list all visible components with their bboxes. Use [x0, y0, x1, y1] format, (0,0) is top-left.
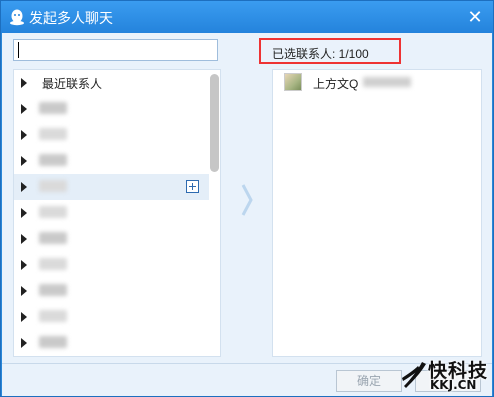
brand-logo-icon [402, 362, 426, 388]
text-cursor [18, 42, 19, 58]
blurred-group-name [39, 206, 67, 218]
watermark-logo: 快科技 KKJ.CN [398, 356, 494, 397]
expand-arrow-icon[interactable] [21, 78, 27, 88]
add-group-icon[interactable] [186, 180, 199, 193]
blurred-group-name [39, 336, 67, 348]
expand-arrow-icon[interactable] [21, 234, 27, 244]
qq-penguin-icon [10, 9, 24, 26]
chevron-right-icon[interactable] [239, 183, 255, 217]
expand-arrow-icon[interactable] [21, 338, 27, 348]
expand-arrow-icon[interactable] [21, 312, 27, 322]
contact-group-list: 最近联系人 [14, 70, 209, 356]
contact-group-label: 最近联系人 [42, 77, 103, 91]
contact-tree-panel[interactable]: 最近联系人 [13, 69, 221, 357]
watermark-domain: KKJ.CN [430, 378, 477, 392]
contact-group-row-hovered[interactable] [14, 174, 209, 200]
expand-arrow-icon[interactable] [21, 130, 27, 140]
blurred-group-name [39, 258, 67, 270]
ok-button[interactable]: 确定 [336, 370, 402, 392]
close-button[interactable]: ✕ [465, 7, 485, 27]
blurred-group-name [39, 232, 67, 244]
expand-arrow-icon[interactable] [21, 156, 27, 166]
contact-group-row[interactable] [14, 252, 209, 278]
expand-arrow-icon[interactable] [21, 286, 27, 296]
contact-group-row[interactable] [14, 278, 209, 304]
expand-arrow-icon[interactable] [21, 182, 27, 192]
selected-contact-item[interactable]: 上方文Q [273, 70, 481, 96]
close-icon: ✕ [467, 7, 483, 27]
expand-arrow-icon[interactable] [21, 104, 27, 114]
avatar [284, 73, 302, 91]
blurred-group-name [39, 154, 67, 166]
selected-contacts-panel: 上方文Q [272, 69, 482, 357]
selected-count-box: 已选联系人: 1/100 [259, 38, 401, 64]
scrollbar-thumb[interactable] [210, 74, 219, 172]
expand-arrow-icon[interactable] [21, 260, 27, 270]
selected-contact-name: 上方文Q [313, 77, 359, 91]
contact-group-row[interactable] [14, 96, 209, 122]
search-input[interactable] [13, 39, 218, 61]
blurred-group-name [39, 102, 67, 114]
blurred-contact-id [363, 77, 411, 87]
contact-group-row[interactable] [14, 330, 209, 356]
selected-count-label: 已选联系人: 1/100 [272, 47, 369, 61]
expand-arrow-icon[interactable] [21, 208, 27, 218]
dialog-body: 已选联系人: 1/100 最近联系人 上方文Q [2, 33, 492, 363]
dialog-window: 发起多人聊天 ✕ 已选联系人: 1/100 最近联系人 上方文Q 确定 [0, 0, 494, 397]
contact-group-row[interactable]: 最近联系人 [14, 70, 209, 96]
title-bar[interactable]: 发起多人聊天 ✕ [1, 1, 493, 33]
contact-group-row[interactable] [14, 200, 209, 226]
blurred-group-name [39, 284, 67, 296]
blurred-group-name [39, 310, 67, 322]
contact-group-row[interactable] [14, 122, 209, 148]
contact-group-row[interactable] [14, 304, 209, 330]
contact-group-row[interactable] [14, 148, 209, 174]
blurred-group-name [39, 180, 67, 192]
blurred-group-name [39, 128, 67, 140]
contact-group-row[interactable] [14, 226, 209, 252]
window-title: 发起多人聊天 [29, 10, 113, 26]
